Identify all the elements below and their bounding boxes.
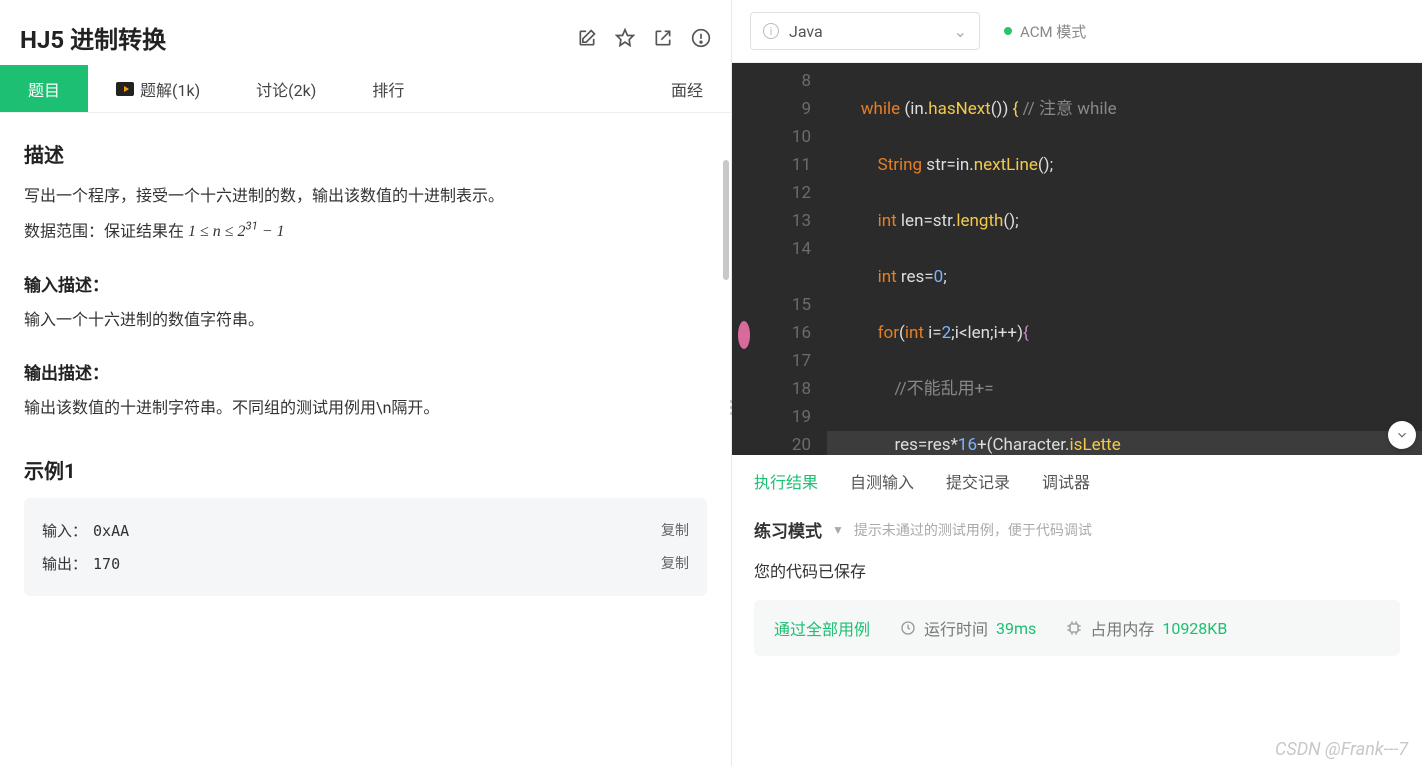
rtab-self[interactable]: 自测输入 [850,469,914,493]
example-input-label: 输入： [42,522,87,540]
section-desc-heading: 描述 [24,139,707,168]
example-input-value: 0xAA [93,522,129,540]
tab-problem[interactable]: 题目 [0,65,88,112]
memory-value: 10928KB [1162,619,1227,638]
copy-input-button[interactable]: 复制 [661,520,689,540]
editor-mode: ACM 模式 [1004,21,1086,42]
tab-solutions[interactable]: 题解(1k) [88,65,228,112]
chip-icon [1066,620,1082,636]
problem-tabs: 题目 题解(1k) 讨论(2k) 排行 面经 [0,65,731,113]
chevron-down-icon[interactable]: ▼ [832,523,844,537]
example-output-value: 170 [93,555,120,573]
practice-mode-line: 练习模式 ▼ 提示未通过的测试用例，便于代码调试 [754,517,1400,542]
header-actions [577,28,711,48]
pass-label: 通过全部用例 [774,616,870,640]
editor-toolbar: i Java ⌄ ACM 模式 [732,0,1422,63]
info-icon: i [763,23,779,39]
desc-text: 写出一个程序，接受一个十六进制的数，输出该数值的十进制表示。 [24,182,707,211]
star-icon[interactable] [615,28,635,48]
section-output-heading: 输出描述： [24,359,707,384]
rtab-debug[interactable]: 调试器 [1042,469,1090,493]
runtime-value: 39ms [996,619,1036,638]
tab-label: 排行 [372,77,404,101]
left-pane: HJ5 进制转换 题目 题解(1k) 讨论(2k) 排行 面经 描述 写出一个程… [0,0,732,766]
result-body: 练习模式 ▼ 提示未通过的测试用例，便于代码调试 您的代码已保存 通过全部用例 … [732,501,1422,674]
desc-range: 数据范围：保证结果在 1 ≤ n ≤ 231 − 1 [24,217,707,247]
watermark: CSDN @Frank---7 [1275,739,1408,760]
memory-stat: 占用内存 10928KB [1066,616,1227,640]
section-example-heading: 示例1 [24,455,707,484]
editor-mode-label: ACM 模式 [1020,21,1086,42]
runtime-label: 运行时间 [924,616,988,640]
code-editor[interactable]: 891011121314151617181920 while (in.hasNe… [732,63,1422,455]
tab-label: 题解(1k) [140,77,200,101]
example-block: 输入： 0xAA 复制 输出： 170 复制 [24,498,707,596]
tab-interview[interactable]: 面经 [643,65,731,112]
edit-icon[interactable] [577,28,597,48]
rtab-submit[interactable]: 提交记录 [946,469,1010,493]
tab-label: 面经 [671,77,703,101]
problem-header: HJ5 进制转换 [0,0,731,65]
alert-icon[interactable] [691,28,711,48]
right-pane: i Java ⌄ ACM 模式 891011121314151617181920 … [732,0,1422,766]
video-icon [116,82,134,96]
example-output-label: 输出： [42,555,87,573]
tab-rank[interactable]: 排行 [344,65,432,112]
section-input-heading: 输入描述： [24,271,707,296]
memory-label: 占用内存 [1090,616,1154,640]
runtime-stat: 运行时间 39ms [900,616,1036,640]
status-dot-icon [1004,27,1012,35]
scrollbar-thumb[interactable] [723,160,729,280]
line-gutter: 891011121314151617181920 [732,63,827,455]
language-label: Java [789,22,823,41]
example-input-row: 输入： 0xAA 复制 [42,514,689,547]
result-tabs: 执行结果 自测输入 提交记录 调试器 [732,455,1422,501]
example-output-row: 输出： 170 复制 [42,547,689,580]
pass-box: 通过全部用例 运行时间 39ms 占用内存 10928KB [754,600,1400,656]
chevron-down-icon: ⌄ [954,22,967,41]
problem-content[interactable]: 描述 写出一个程序，接受一个十六进制的数，输出该数值的十进制表示。 数据范围：保… [0,113,731,766]
clock-icon [900,620,916,636]
output-text: 输出该数值的十进制字符串。不同组的测试用例用\n隔开。 [24,394,707,423]
copy-output-button[interactable]: 复制 [661,553,689,573]
saved-message: 您的代码已保存 [754,558,1400,582]
problem-title: HJ5 进制转换 [20,20,166,55]
code-area[interactable]: while (in.hasNext()) { // 注意 while Strin… [827,63,1422,455]
rtab-exec[interactable]: 执行结果 [754,469,818,493]
language-select[interactable]: i Java ⌄ [750,12,980,50]
scroll-down-button[interactable] [1388,421,1416,449]
tab-label: 讨论(2k) [256,77,316,101]
practice-mode-hint: 提示未通过的测试用例，便于代码调试 [854,520,1092,540]
tab-discuss[interactable]: 讨论(2k) [228,65,344,112]
share-icon[interactable] [653,28,673,48]
tab-label: 题目 [28,77,60,101]
practice-mode-label[interactable]: 练习模式 [754,517,822,542]
input-text: 输入一个十六进制的数值字符串。 [24,306,707,335]
breakpoint-icon[interactable] [738,321,750,349]
